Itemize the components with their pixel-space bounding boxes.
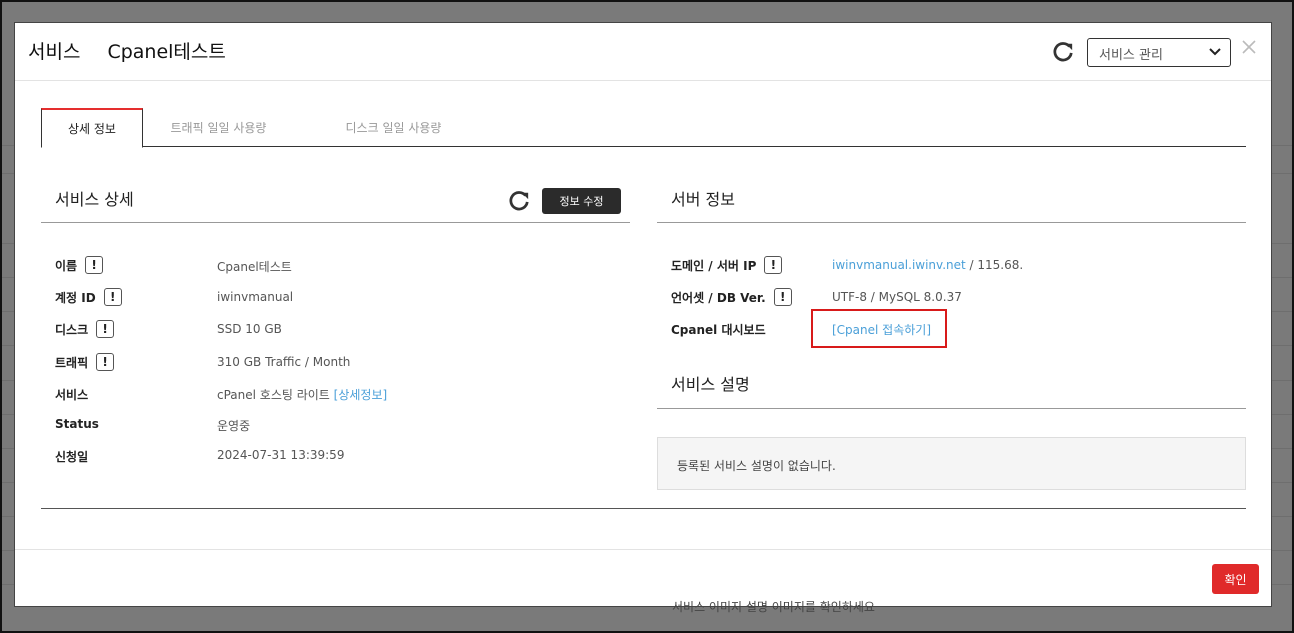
server-ip: / 115.68. — [965, 258, 1024, 272]
apply-date-label: 신청일 — [55, 450, 89, 464]
service-detail-title: 서비스 상세 — [55, 190, 134, 209]
account-id-value: iwinvmanual — [217, 290, 294, 304]
account-id-label: 계정 ID — [55, 290, 96, 305]
detail-row-label: 계정 ID ! — [55, 288, 122, 306]
server-info-title: 서버 정보 — [671, 190, 735, 209]
traffic-value: 310 GB Traffic / Month — [217, 355, 351, 369]
name-label: 이름 — [55, 258, 78, 273]
lang-label: 언어셋 / DB Ver. — [671, 290, 766, 305]
service-value: cPanel 호스팅 라이트 — [217, 388, 330, 402]
domain-value: iwinvmanual.iwinv.net / 115.68. — [832, 258, 1023, 272]
modal-title: 서비스 Cpanel테스트 — [28, 37, 226, 64]
detail-row-label: 트래픽 ! — [55, 353, 115, 371]
service-manage-select-value: 서비스 관리 — [1099, 48, 1163, 63]
edit-info-button[interactable]: 정보 수정 — [542, 188, 621, 214]
traffic-label: 트래픽 — [55, 355, 89, 370]
service-modal: 서비스 Cpanel테스트 서비스 관리 상세 정보 트래픽 일일 사용량 디스… — [14, 22, 1272, 607]
info-icon[interactable]: ! — [96, 320, 115, 338]
domain-row-label: 도메인 / 서버 IP ! — [671, 256, 783, 274]
tab-traffic-daily[interactable]: 트래픽 일일 사용량 — [161, 108, 276, 147]
service-detail-link[interactable]: [상세정보] — [334, 388, 388, 402]
section-divider — [41, 222, 630, 223]
tab-detail-info[interactable]: 상세 정보 — [41, 108, 143, 148]
detail-row-label: 디스크 ! — [55, 320, 115, 338]
domain-label: 도메인 / 서버 IP — [671, 258, 757, 273]
section-divider — [657, 408, 1246, 409]
service-desc-title: 서비스 설명 — [671, 375, 750, 394]
cpanel-dashboard-label: Cpanel 대시보드 — [671, 323, 766, 337]
confirm-button[interactable]: 확인 — [1212, 564, 1259, 594]
section-divider — [657, 222, 1246, 223]
service-value-row: cPanel 호스팅 라이트 [상세정보] — [217, 386, 387, 403]
domain-link[interactable]: iwinvmanual.iwinv.net — [832, 258, 966, 272]
modal-title-prefix: 서비스 — [28, 41, 81, 63]
tab-bar: 상세 정보 트래픽 일일 사용량 디스크 일일 사용량 — [41, 108, 1246, 148]
lang-value: UTF-8 / MySQL 8.0.37 — [832, 290, 962, 304]
modal-header: 서비스 Cpanel테스트 서비스 관리 — [15, 23, 1271, 81]
modal-title-name: Cpanel테스트 — [107, 41, 226, 63]
apply-date-value: 2024-07-31 13:39:59 — [217, 448, 345, 462]
footer-divider — [15, 549, 1271, 550]
close-icon[interactable] — [1241, 39, 1257, 55]
status-label: Status — [55, 417, 99, 431]
service-label: 서비스 — [55, 388, 89, 402]
info-icon[interactable]: ! — [96, 353, 115, 371]
status-value: 운영중 — [217, 419, 251, 433]
info-icon[interactable]: ! — [85, 256, 104, 274]
info-icon[interactable]: ! — [103, 288, 122, 306]
highlight-box — [811, 309, 947, 348]
detail-row-label: 이름 ! — [55, 256, 104, 274]
service-desc-text: 등록된 서비스 설명이 없습니다. — [677, 459, 836, 473]
refresh-icon[interactable] — [1052, 41, 1074, 63]
background-text: 서비스 이미지 설명 이미지를 확인하세요 — [672, 600, 875, 614]
disk-value: SSD 10 GB — [217, 322, 282, 336]
lang-row-label: 언어셋 / DB Ver. ! — [671, 288, 792, 306]
refresh-icon[interactable] — [508, 190, 530, 212]
service-manage-select[interactable]: 서비스 관리 — [1087, 38, 1231, 67]
disk-label: 디스크 — [55, 322, 89, 337]
name-value: Cpanel테스트 — [217, 260, 292, 274]
tab-disk-daily[interactable]: 디스크 일일 사용량 — [331, 108, 456, 147]
service-desc-box: 등록된 서비스 설명이 없습니다. — [657, 437, 1246, 490]
info-icon[interactable]: ! — [764, 256, 783, 274]
info-icon[interactable]: ! — [773, 288, 792, 306]
content-bottom-divider — [41, 508, 1246, 509]
chevron-down-icon — [1209, 48, 1221, 56]
